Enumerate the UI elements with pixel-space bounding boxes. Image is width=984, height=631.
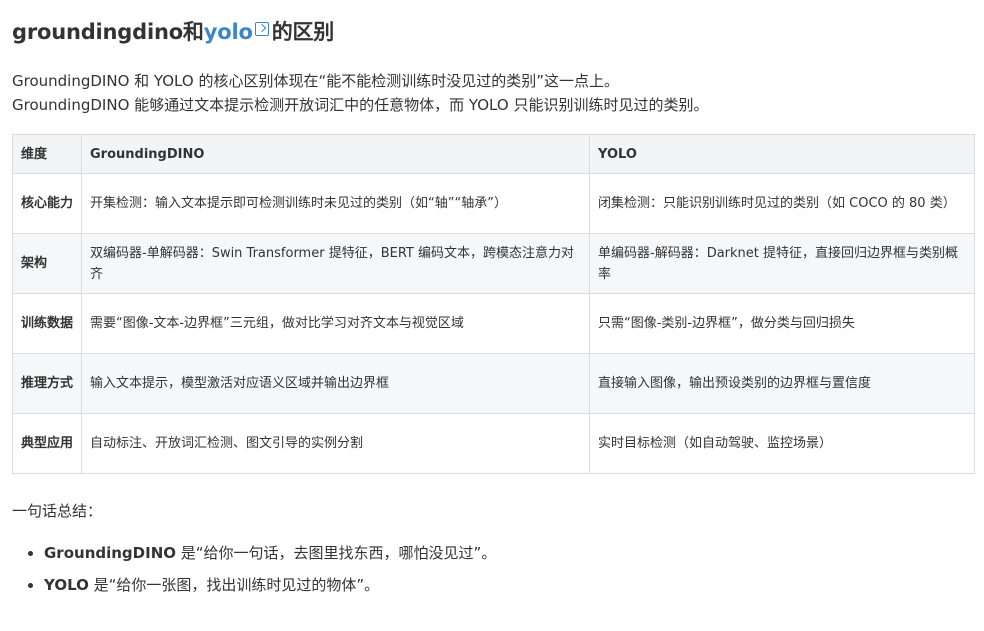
row-dimension: 推理方式 [12,353,82,414]
summary-label: 一句话总结： [12,502,103,520]
title-suffix: 的区别 [271,20,335,44]
row-dimension: 核心能力 [12,173,82,234]
point-text: 是“给你一张图，找出训练时见过的物体”。 [88,576,380,594]
table-row: 架构 双编码器-单解码器：Swin Transformer 提特征，BERT 编… [12,233,975,294]
intro-line-1: GroundingDINO 和 YOLO 的核心区别体现在“能不能检测训练时没见… [12,72,619,90]
comparison-table: 维度 GroundingDINO YOLO 核心能力 开集检测：输入文本提示即可… [12,134,975,474]
row-groundingdino-cell: 输入文本提示，模型激活对应语义区域并输出边界框 [81,353,590,414]
table-row: 训练数据 需要“图像-文本-边界框”三元组，做对比学习对齐文本与视觉区域 只需“… [12,293,975,354]
point-term: GroundingDINO [44,544,177,562]
row-groundingdino-cell: 需要“图像-文本-边界框”三元组，做对比学习对齐文本与视觉区域 [81,293,590,354]
intro-paragraph: GroundingDINO 和 YOLO 的核心区别体现在“能不能检测训练时没见… [12,69,974,117]
header-yolo: YOLO [589,134,975,174]
row-yolo-cell: 只需“图像-类别-边界框”，做分类与回归损失 [589,293,975,354]
title-prefix: groundingdino和 [12,20,204,44]
row-yolo-cell: 实时目标检测（如自动驾驶、监控场景） [589,413,975,474]
list-item: YOLO 是“给你一张图，找出训练时见过的物体”。 [44,570,974,600]
yolo-link[interactable]: yolo [204,20,253,44]
header-groundingdino: GroundingDINO [81,134,590,174]
row-yolo-cell: 闭集检测：只能识别训练时见过的类别（如 COCO 的 80 类） [589,173,975,234]
intro-line-2: GroundingDINO 能够通过文本提示检测开放词汇中的任意物体，而 YOL… [12,96,709,114]
point-text: 是“给你一句话，去图里找东西，哪怕没见过”。 [176,544,497,562]
header-dimension: 维度 [12,134,82,174]
table-header-row: 维度 GroundingDINO YOLO [12,134,975,174]
point-term: YOLO [44,576,89,594]
page-title: groundingdino和yolo 的区别 [12,0,974,44]
row-yolo-cell: 单编码器-解码器：Darknet 提特征，直接回归边界框与类别概率 [589,233,975,294]
table-row: 推理方式 输入文本提示，模型激活对应语义区域并输出边界框 直接输入图像，输出预设… [12,353,975,414]
row-dimension: 典型应用 [12,413,82,474]
summary-list: GroundingDINO 是“给你一句话，去图里找东西，哪怕没见过”。 YOL… [12,538,974,600]
row-groundingdino-cell: 自动标注、开放词汇检测、图文引导的实例分割 [81,413,590,474]
external-link-icon[interactable] [254,22,269,36]
row-yolo-cell: 直接输入图像，输出预设类别的边界框与置信度 [589,353,975,414]
list-item: GroundingDINO 是“给你一句话，去图里找东西，哪怕没见过”。 [44,538,974,568]
row-groundingdino-cell: 双编码器-单解码器：Swin Transformer 提特征，BERT 编码文本… [81,233,590,294]
table-row: 典型应用 自动标注、开放词汇检测、图文引导的实例分割 实时目标检测（如自动驾驶、… [12,413,975,474]
row-dimension: 架构 [12,233,82,294]
article: groundingdino和yolo 的区别 GroundingDINO 和 YO… [0,0,984,631]
table-row: 核心能力 开集检测：输入文本提示即可检测训练时未见过的类别（如“轴”“轴承”） … [12,173,975,234]
row-dimension: 训练数据 [12,293,82,354]
row-groundingdino-cell: 开集检测：输入文本提示即可检测训练时未见过的类别（如“轴”“轴承”） [81,173,590,234]
